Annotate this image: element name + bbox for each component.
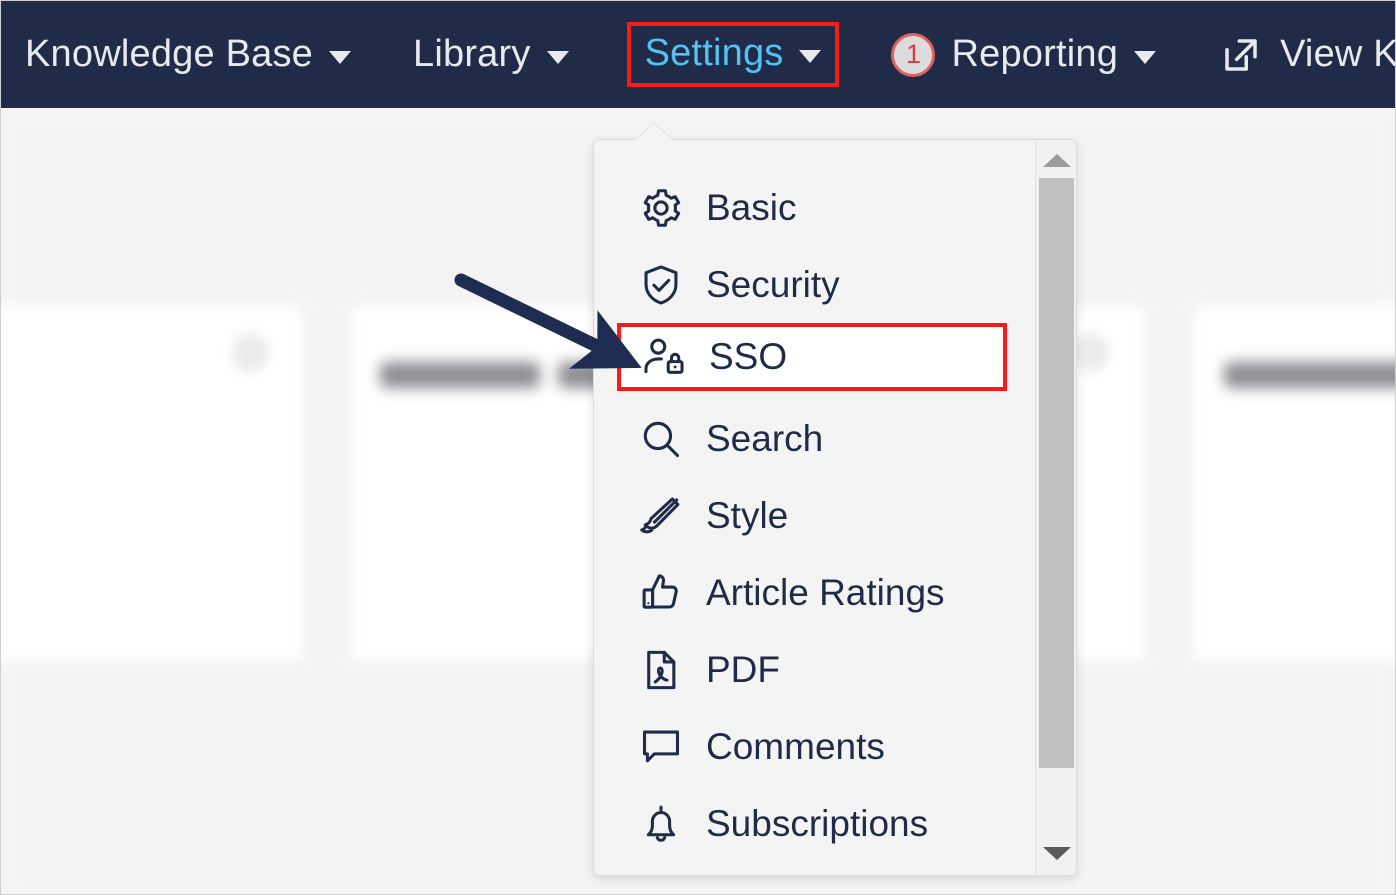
chevron-down-icon [547, 51, 569, 64]
nav-item-reporting[interactable]: 1 Reporting [891, 33, 1156, 77]
menu-label-comments: Comments [706, 726, 885, 768]
nav-label-reporting: Reporting [951, 33, 1118, 76]
chevron-down-icon [799, 50, 821, 63]
scroll-up-arrow-button[interactable] [1036, 144, 1077, 176]
scrollbar-thumb[interactable] [1039, 178, 1074, 768]
scroll-down-arrow-icon [1043, 847, 1071, 860]
nav-label-settings: Settings [645, 32, 784, 75]
nav-label-knowledge-base: Knowledge Base [25, 33, 313, 76]
scroll-down-arrow-button[interactable] [1036, 837, 1077, 869]
dropdown-scrollbar[interactable] [1035, 140, 1076, 875]
chevron-down-icon [329, 51, 351, 64]
menu-label-pdf: PDF [706, 649, 780, 691]
menu-item-comments[interactable]: Comments [594, 708, 1034, 785]
top-navigation-bar: Knowledge Base Library Settings 1 Report… [1, 1, 1396, 108]
external-link-icon [1220, 34, 1262, 76]
menu-item-search[interactable]: Search [594, 400, 1034, 477]
background-card-title [380, 362, 540, 388]
nav-item-view-kb[interactable]: View KB [1220, 33, 1396, 76]
background-card-title [1224, 362, 1396, 388]
pdf-file-icon [638, 647, 684, 693]
nav-label-library: Library [413, 33, 531, 76]
background-card [1192, 304, 1396, 662]
menu-label-security: Security [706, 264, 840, 306]
nav-label-view-kb: View KB [1280, 33, 1396, 76]
thumbs-up-icon [638, 570, 684, 616]
menu-item-security[interactable]: Security [594, 246, 1034, 323]
menu-label-basic: Basic [706, 187, 796, 229]
bell-icon [638, 801, 684, 847]
gear-icon [638, 185, 684, 231]
settings-dropdown-menu: Basic Security SSO [593, 139, 1077, 876]
nav-item-settings[interactable]: Settings [627, 22, 840, 87]
nav-item-knowledge-base[interactable]: Knowledge Base [25, 33, 351, 76]
scroll-up-arrow-icon [1043, 154, 1071, 167]
menu-item-sso[interactable]: SSO [617, 323, 1007, 391]
menu-label-style: Style [706, 495, 788, 537]
user-lock-icon [641, 334, 687, 380]
menu-item-style[interactable]: Style [594, 477, 1034, 554]
menu-item-basic[interactable]: Basic [594, 169, 1034, 246]
comment-bubble-icon [638, 724, 684, 770]
menu-item-pdf[interactable]: PDF [594, 631, 1034, 708]
menu-item-subscriptions[interactable]: Subscriptions [594, 785, 1034, 862]
shield-check-icon [638, 262, 684, 308]
nav-item-library[interactable]: Library [413, 33, 569, 76]
gear-icon: ⚙ [230, 330, 271, 376]
menu-label-search: Search [706, 418, 823, 460]
chevron-down-icon [1134, 51, 1156, 64]
notification-badge: 1 [891, 33, 935, 77]
app-screenshot: ⚙ ⚙ Knowledge Base Library Settings 1 Re… [0, 0, 1396, 895]
dropdown-pointer-caret [636, 123, 672, 140]
menu-label-sso: SSO [709, 336, 787, 378]
menu-label-subscriptions: Subscriptions [706, 803, 928, 845]
menu-label-article-ratings: Article Ratings [706, 572, 945, 614]
search-icon [638, 416, 684, 462]
menu-item-article-ratings[interactable]: Article Ratings [594, 554, 1034, 631]
brush-icon [638, 493, 684, 539]
